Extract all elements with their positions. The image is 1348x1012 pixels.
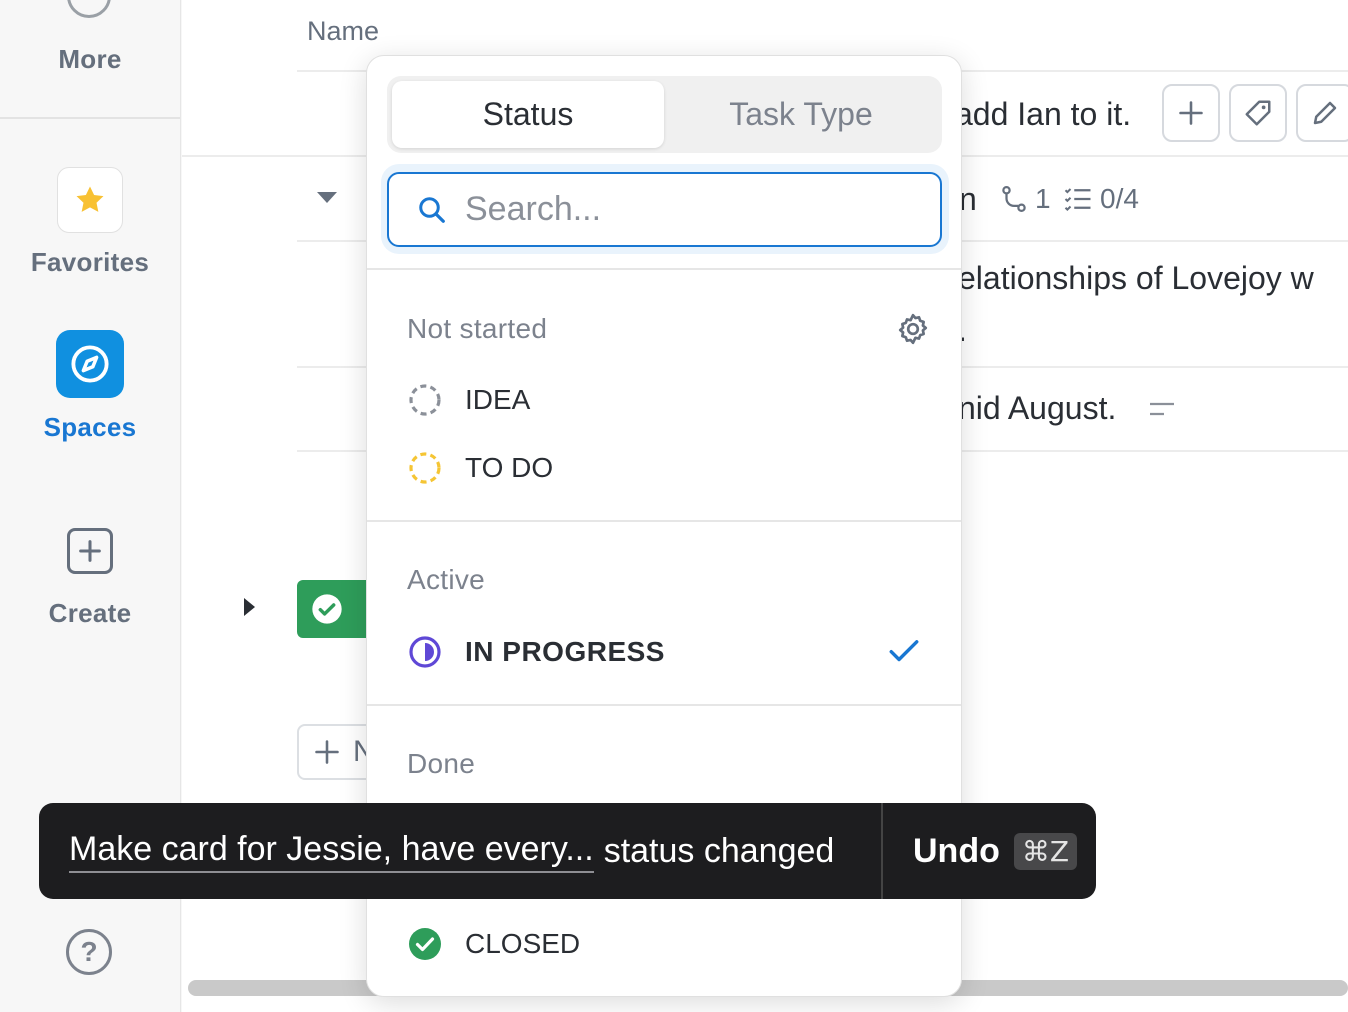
tag-icon (1245, 100, 1271, 126)
sidebar-item-favorites[interactable]: Favorites (0, 167, 180, 278)
sidebar-item-label: Favorites (30, 247, 150, 277)
tab-task-type[interactable]: Task Type (665, 81, 937, 148)
checklist-progress[interactable]: 0/4 (1062, 183, 1139, 215)
status-idea-icon (409, 384, 441, 416)
add-subtask-button[interactable] (1162, 84, 1220, 142)
tab-status[interactable]: Status (392, 81, 664, 148)
undo-button[interactable]: Undo ⌘Z (883, 831, 1078, 871)
group-label-active: Active (407, 564, 486, 595)
selected-check-icon (889, 640, 919, 662)
plus-icon (1179, 101, 1203, 125)
checklist-icon (1064, 188, 1091, 212)
help-icon[interactable]: ? (66, 929, 112, 975)
dropdown-tabs: Status Task Type (387, 76, 942, 153)
subtask-count-value: 1 (1035, 183, 1051, 214)
plus-icon (315, 740, 339, 764)
task-name[interactable]: add Ian to it. (955, 96, 1131, 133)
sidebar-item-label: Create (48, 598, 132, 628)
spaces-tile[interactable] (56, 330, 124, 398)
tag-button[interactable] (1229, 84, 1287, 142)
sidebar-item-label: Spaces (43, 412, 137, 442)
compass-icon (71, 345, 109, 383)
expand-caret-icon[interactable] (244, 598, 255, 616)
status-option-in-progress[interactable]: IN PROGRESS (407, 626, 927, 678)
description-icon (1150, 402, 1174, 416)
help-glyph: ? (80, 936, 98, 967)
status-option-idea[interactable]: IDEA (407, 374, 927, 426)
status-todo-icon (409, 452, 441, 484)
plus-square-icon[interactable] (67, 528, 113, 574)
dropdown-divider (367, 268, 961, 270)
sidebar-item-label: More (58, 44, 122, 74)
star-icon (76, 186, 104, 212)
undo-label: Undo (913, 831, 1000, 870)
toast-message-text: status changed (603, 831, 835, 870)
new-task-button[interactable]: N (297, 724, 377, 780)
search-focus-ring (381, 164, 949, 254)
status-option-label: IDEA (465, 384, 531, 415)
search-icon (419, 196, 445, 223)
status-change-toast: Make card for Jessie, have every... stat… (39, 803, 1096, 899)
sidebar-item-spaces[interactable]: Spaces (0, 330, 180, 443)
toast-task-link[interactable]: Make card for Jessie, have every... (69, 830, 594, 873)
search-input[interactable] (465, 190, 905, 229)
rename-button[interactable] (1296, 84, 1348, 142)
status-option-closed[interactable]: CLOSED (407, 918, 927, 970)
gear-icon[interactable] (895, 311, 931, 347)
checklist-value: 0/4 (1100, 183, 1139, 214)
more-icon[interactable] (67, 0, 111, 18)
search-field[interactable] (387, 172, 942, 247)
favorites-tile[interactable] (57, 167, 123, 233)
status-option-label: IN PROGRESS (465, 636, 665, 667)
subtask-icon (1002, 186, 1026, 212)
group-label-done: Done (407, 748, 476, 779)
sidebar-item-create[interactable]: Create (0, 528, 180, 629)
collapse-caret-icon[interactable] (317, 192, 337, 203)
undo-shortcut: ⌘Z (1013, 832, 1078, 870)
sidebar-divider (0, 117, 180, 119)
status-option-todo[interactable]: TO DO (407, 442, 927, 494)
sidebar-item-more[interactable]: More (0, 44, 180, 75)
dropdown-divider (367, 520, 961, 522)
subtask-count[interactable]: 1 (999, 183, 1051, 215)
task-name[interactable]: nid August. (958, 390, 1116, 427)
group-label-not-started: Not started (407, 313, 548, 344)
task-name[interactable]: elationships of Lovejoy w (958, 260, 1314, 297)
status-option-label: CLOSED (465, 928, 581, 959)
status-in-progress-icon (409, 636, 441, 668)
status-closed-icon (409, 928, 441, 960)
dropdown-divider (367, 704, 961, 706)
toast-message: Make card for Jessie, have every... stat… (39, 830, 881, 873)
status-group-chip[interactable] (297, 580, 377, 638)
column-header-name[interactable]: Name (307, 16, 379, 47)
check-circle-icon (312, 594, 342, 624)
pencil-icon (1313, 101, 1337, 125)
status-option-label: TO DO (465, 452, 554, 483)
